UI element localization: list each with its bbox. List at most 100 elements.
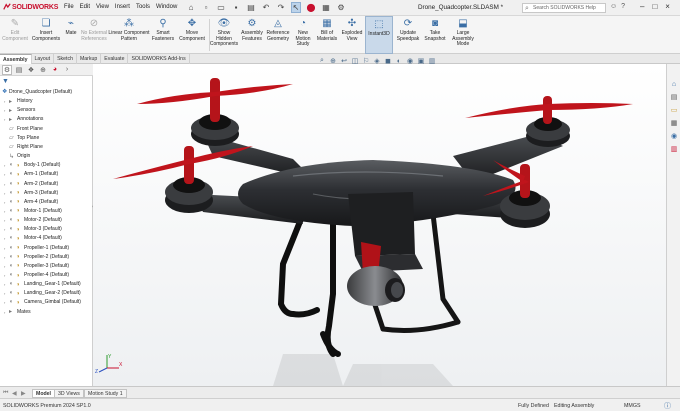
tab-motion-study-1[interactable]: Motion Study 1 <box>84 389 127 398</box>
menu-insert[interactable]: Insert <box>115 4 130 10</box>
tree-item[interactable]: ▱ Right Plane <box>4 143 43 152</box>
zoom-area-icon[interactable]: ⊕ <box>329 57 337 65</box>
menu-tools[interactable]: Tools <box>136 4 150 10</box>
print-icon[interactable]: ▤ <box>246 2 256 13</box>
tree-item[interactable]: › ▸ Sensors <box>4 106 35 115</box>
help-question-icon[interactable]: ? <box>621 3 625 10</box>
tree-item[interactable]: › ◖ ◑ Landing_Gear-1 (Default) <box>4 280 81 289</box>
tree-item[interactable]: ▱ Top Plane <box>4 134 39 143</box>
tree-item[interactable]: › ◖ ◑ Propeller-2 (Default) <box>4 253 69 262</box>
move-component-button[interactable]: ✥ Move Component <box>176 16 208 54</box>
graphics-area[interactable] <box>93 64 666 386</box>
display-manager-tab-icon[interactable]: ◕ <box>50 65 60 75</box>
menu-file[interactable]: File <box>64 4 74 10</box>
file-properties-icon[interactable]: ▦ <box>321 2 331 13</box>
next-tab-arrow-icon[interactable]: ▶ <box>21 390 26 397</box>
hide-show-icon[interactable]: ◐ <box>395 57 403 65</box>
mate-button[interactable]: ⌁ Mate <box>63 16 79 54</box>
status-units[interactable]: MMGS <box>624 403 640 409</box>
tree-item[interactable]: › ◖ ◑ Motor-1 (Default) <box>4 207 62 216</box>
menu-view[interactable]: View <box>96 4 109 10</box>
tree-item[interactable]: › ◖ ◑ Camera_Gimbal (Default) <box>4 298 81 307</box>
minimize-icon[interactable]: – <box>640 2 644 11</box>
cmd-tab-assembly[interactable]: Assembly <box>0 54 32 64</box>
appearances-icon[interactable]: ◉ <box>669 131 679 141</box>
configuration-manager-tab-icon[interactable]: ❖ <box>26 65 36 75</box>
dynamic-annotation-icon[interactable]: ⚐ <box>362 57 370 65</box>
reference-geometry-button[interactable]: ◬ Reference Geometry <box>265 16 291 54</box>
tree-item[interactable]: › ▸ Annotations <box>4 115 43 124</box>
view-palette-icon[interactable]: ▦ <box>669 118 679 128</box>
cmd-tab-layout[interactable]: Layout <box>32 54 55 64</box>
tree-item[interactable]: › ◖ ◑ Body-1 (Default) <box>4 161 60 170</box>
tree-item[interactable]: › ◖ ◑ Arm-3 (Default) <box>4 189 58 198</box>
tree-item[interactable]: ↳ Origin <box>4 152 30 161</box>
solidworks-resources-icon[interactable]: ⌂ <box>669 79 679 89</box>
tree-item[interactable]: › ◖ ◑ Motor-2 (Default) <box>4 216 62 225</box>
linear-pattern-button[interactable]: ⁂ Linear Component Pattern <box>108 16 150 54</box>
user-icon[interactable]: ☺ <box>610 3 617 10</box>
tree-item[interactable]: ▱ Front Plane <box>4 125 43 134</box>
menu-window[interactable]: Window <box>156 4 177 10</box>
open-folder-icon[interactable]: ▭ <box>216 2 226 13</box>
exploded-view-button[interactable]: ✣ Exploded View <box>340 16 364 54</box>
view-settings-icon[interactable]: ▥ <box>428 57 436 65</box>
cmd-tab-sketch[interactable]: Sketch <box>54 54 77 64</box>
previous-view-icon[interactable]: ↩ <box>340 57 348 65</box>
tree-item[interactable]: › ◖ ◑ Motor-3 (Default) <box>4 225 62 234</box>
show-hidden-button[interactable]: 👁 Show Hidden Components <box>210 16 238 54</box>
tree-root-assembly[interactable]: ❖ Drone_Quadcopter (Default) <box>2 88 72 97</box>
save-icon[interactable]: ▪ <box>231 2 241 13</box>
smart-fasteners-button[interactable]: ⚲ Smart Fasteners <box>150 16 176 54</box>
view-orientation-icon[interactable]: ◈ <box>373 57 381 65</box>
zoom-to-fit-icon[interactable]: ⌕ <box>318 57 326 65</box>
tree-item[interactable]: › ◖ ◑ Arm-2 (Default) <box>4 180 58 189</box>
prev-tab-arrow-icon[interactable]: ◀ <box>12 390 17 397</box>
custom-properties-icon[interactable]: ▥ <box>669 144 679 154</box>
maximize-icon[interactable]: □ <box>652 2 657 11</box>
undo-icon[interactable]: ↶ <box>261 2 271 13</box>
tabs-more-icon[interactable]: › <box>62 65 72 75</box>
no-external-references-button[interactable]: ⊘ No External References <box>80 16 108 54</box>
large-assembly-mode-button[interactable]: ⬓ Large Assembly Mode <box>449 16 477 54</box>
edit-appearance-icon[interactable]: ◉ <box>406 57 414 65</box>
tree-item[interactable]: › ◖ ◑ Arm-4 (Default) <box>4 198 58 207</box>
property-manager-tab-icon[interactable]: ▤ <box>14 65 24 75</box>
status-info-icon[interactable]: ⓘ <box>664 401 671 411</box>
tab-3d-views[interactable]: 3D Views <box>54 389 84 398</box>
section-view-icon[interactable]: ◫ <box>351 57 359 65</box>
drone-model-render[interactable] <box>93 64 666 386</box>
scenes-icon[interactable]: ▣ <box>417 57 425 65</box>
rebuild-icon[interactable]: ⬤ <box>306 2 316 13</box>
filter-funnel-icon[interactable]: ▼ <box>2 78 9 85</box>
home-icon[interactable]: ⌂ <box>186 2 196 13</box>
options-gear-icon[interactable]: ⚙ <box>336 2 346 13</box>
display-style-icon[interactable]: ◼ <box>384 57 392 65</box>
new-motion-study-button[interactable]: ◔ New Motion Study <box>292 16 314 54</box>
tree-item[interactable]: › ▸ History <box>4 97 33 106</box>
menu-edit[interactable]: Edit <box>80 4 90 10</box>
new-document-icon[interactable]: ▫ <box>201 2 211 13</box>
tree-item[interactable]: › ▸ Mates <box>4 308 31 317</box>
cmd-tab-evaluate[interactable]: Evaluate <box>101 54 129 64</box>
edit-component-button[interactable]: ✎ Edit Component <box>2 16 28 54</box>
help-search-input[interactable]: ⌕ Search SOLIDWORKS Help <box>522 3 606 13</box>
assembly-features-button[interactable]: ⚙ Assembly Features <box>240 16 264 54</box>
tree-item[interactable]: › ◖ ◑ Motor-4 (Default) <box>4 234 62 243</box>
cmd-tab-markup[interactable]: Markup <box>77 54 102 64</box>
select-cursor-icon[interactable]: ↖ <box>291 2 301 13</box>
insert-components-button[interactable]: ❏ Insert Components <box>30 16 62 54</box>
tree-item[interactable]: › ◖ ◑ Propeller-4 (Default) <box>4 271 69 280</box>
bill-of-materials-button[interactable]: ▦ Bill of Materials <box>316 16 338 54</box>
tree-item[interactable]: › ◖ ◑ Landing_Gear-2 (Default) <box>4 289 81 298</box>
feature-tree-tab-icon[interactable]: ⚙ <box>2 64 12 75</box>
first-tab-arrow-icon[interactable]: ⏮ <box>3 390 8 397</box>
update-speedpak-button[interactable]: ⟳ Update Speedpak <box>395 16 421 54</box>
solidworks-logo[interactable]: SOLIDWORKS <box>3 3 58 11</box>
take-snapshot-button[interactable]: ◙ Take Snapshot <box>422 16 448 54</box>
redo-icon[interactable]: ↷ <box>276 2 286 13</box>
file-explorer-icon[interactable]: ▭ <box>669 105 679 115</box>
tree-item[interactable]: › ◖ ◑ Propeller-3 (Default) <box>4 262 69 271</box>
cmd-tab-solidworks-add-ins[interactable]: SOLIDWORKS Add-Ins <box>128 54 190 64</box>
tree-item[interactable]: › ◖ ◑ Arm-1 (Default) <box>4 170 58 179</box>
